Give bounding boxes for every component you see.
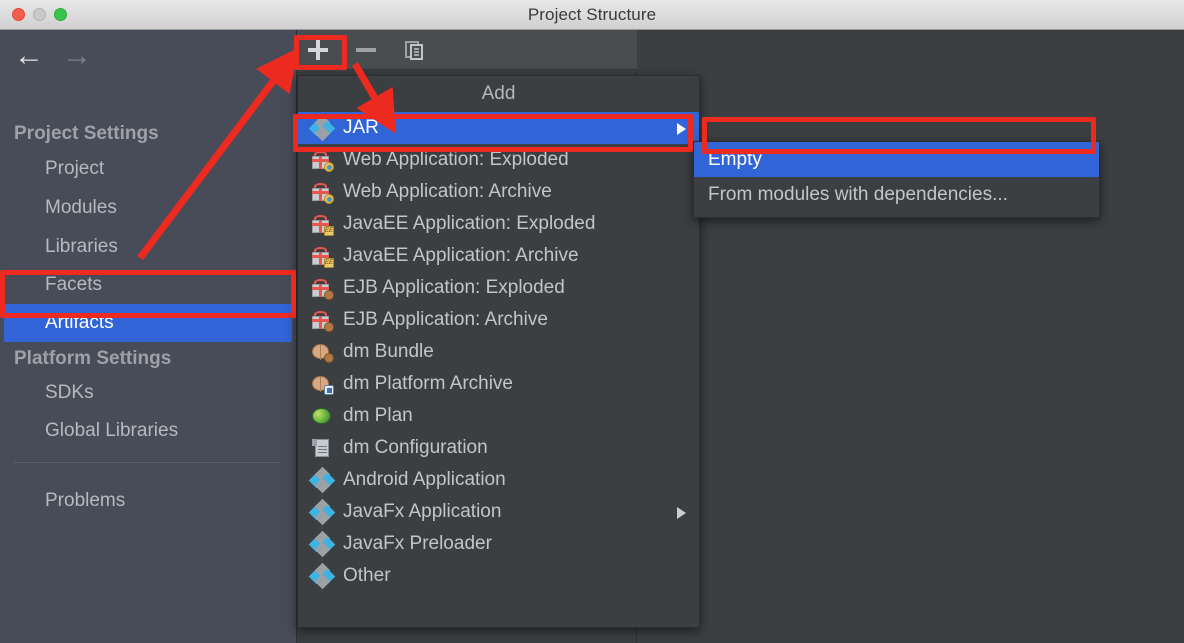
menu-item-label: JavaFx Preloader [343,533,492,554]
plus-icon [308,40,328,60]
add-artifact-popup-menu: Add JAR Web Application: Exploded Web Ap… [297,75,700,628]
menu-item-label: Other [343,565,391,586]
gift-globe-icon [311,181,334,204]
dm-plan-icon [311,405,333,427]
menu-item-label: dm Bundle [343,341,434,362]
jar-submenu: Empty From modules with dependencies... [693,141,1100,218]
menu-item-jar[interactable]: JAR [298,112,699,144]
submenu-item-from-modules[interactable]: From modules with dependencies... [694,177,1099,212]
sidebar-item-libraries[interactable]: Libraries [45,236,118,258]
artifact-details-panel [637,30,1184,643]
gift-ee-icon: EE [311,245,334,268]
dm-bundle-icon [311,341,334,363]
gift-globe-icon [311,149,334,172]
menu-item-label: dm Plan [343,405,413,426]
menu-item-ejb-application-exploded[interactable]: EJB Application: Exploded [298,272,699,304]
sidebar-group-platform-settings: Platform Settings [14,348,172,369]
menu-item-javaee-application-archive[interactable]: EE JavaEE Application: Archive [298,240,699,272]
submenu-item-empty[interactable]: Empty [694,142,1099,177]
settings-sidebar: ← → Project Settings Project Modules Lib… [0,30,297,643]
sidebar-item-project[interactable]: Project [45,158,104,180]
dm-archive-icon [311,373,334,395]
window-titlebar: Project Structure [0,0,1184,30]
back-arrow-icon[interactable]: ← [14,41,44,71]
chevron-right-icon [677,123,686,135]
menu-item-label: Web Application: Archive [343,181,552,202]
chevron-right-icon [677,507,686,519]
copy-artifact-button[interactable] [395,33,433,67]
menu-item-jar-label: JAR [343,117,379,138]
menu-item-label: Web Application: Exploded [343,149,569,170]
menu-item-dm-plan[interactable]: dm Plan [298,400,699,432]
sidebar-item-sdks[interactable]: SDKs [45,382,94,404]
gift-bean-icon [311,277,334,300]
forward-arrow-icon[interactable]: → [62,41,92,71]
sidebar-item-modules[interactable]: Modules [45,197,117,219]
minus-icon [356,48,376,52]
submenu-item-empty-label: Empty [708,148,762,170]
menu-item-dm-platform-archive[interactable]: dm Platform Archive [298,368,699,400]
sidebar-item-artifacts[interactable]: Artifacts [4,304,292,342]
gift-ee-icon: EE [311,213,334,236]
window-title: Project Structure [527,4,657,24]
dm-configuration-icon [311,437,333,459]
window-body: ← → Project Settings Project Modules Lib… [0,30,1184,643]
submenu-item-from-modules-label: From modules with dependencies... [708,183,1008,205]
menu-item-label: Android Application [343,469,506,490]
menu-item-label: dm Platform Archive [343,373,513,394]
artifacts-toolbar [297,30,637,70]
navigation-buttons: ← → [0,36,297,82]
jar-icon [308,466,336,494]
menu-item-web-application-exploded[interactable]: Web Application: Exploded [298,144,699,176]
menu-item-android-application[interactable]: Android Application [298,464,699,496]
remove-artifact-button[interactable] [347,33,385,67]
menu-item-label: JavaEE Application: Exploded [343,213,596,234]
menu-item-label: dm Configuration [343,437,488,458]
menu-item-ejb-application-archive[interactable]: EJB Application: Archive [298,304,699,336]
gift-bean-icon [311,309,334,332]
menu-item-label: JavaFx Application [343,501,502,522]
sidebar-group-project-settings: Project Settings [14,123,159,144]
menu-item-javaee-application-exploded[interactable]: EE JavaEE Application: Exploded [298,208,699,240]
add-artifact-button[interactable] [299,33,337,67]
sidebar-item-problems[interactable]: Problems [45,490,125,512]
menu-item-javafx-preloader[interactable]: JavaFx Preloader [298,528,699,560]
sidebar-item-global-libraries[interactable]: Global Libraries [45,420,178,442]
menu-item-label: EJB Application: Exploded [343,277,565,298]
sidebar-divider [14,462,280,463]
jar-icon [308,498,336,526]
menu-item-label: JavaEE Application: Archive [343,245,579,266]
sidebar-item-facets[interactable]: Facets [45,274,102,296]
popup-menu-title: Add [481,83,516,104]
menu-item-dm-configuration[interactable]: dm Configuration [298,432,699,464]
menu-item-web-application-archive[interactable]: Web Application: Archive [298,176,699,208]
menu-item-dm-bundle[interactable]: dm Bundle [298,336,699,368]
menu-item-other[interactable]: Other [298,560,699,592]
menu-item-label: EJB Application: Archive [343,309,548,330]
copy-icon [405,41,423,60]
jar-icon [308,114,336,142]
sidebar-item-artifacts-label: Artifacts [45,312,114,333]
menu-item-javafx-application[interactable]: JavaFx Application [298,496,699,528]
jar-icon [308,530,336,558]
jar-icon [308,562,336,590]
